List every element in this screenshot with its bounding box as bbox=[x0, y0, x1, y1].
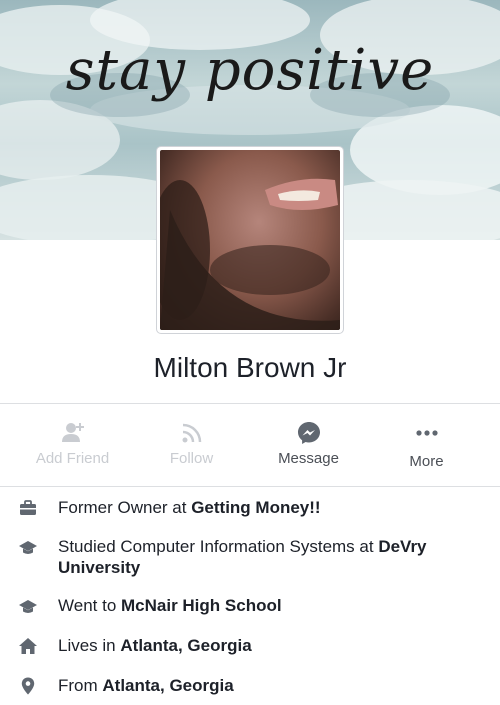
cover-caption: stay positive bbox=[65, 38, 435, 103]
intro-work-text: Former Owner at Getting Money!! bbox=[58, 498, 321, 517]
intro-highschool-text: Went to McNair High School bbox=[58, 596, 282, 615]
intro-college-text: Studied Computer Information Systems at … bbox=[58, 537, 427, 577]
house-icon bbox=[19, 638, 37, 654]
divider bbox=[0, 486, 500, 487]
add-friend-icon bbox=[61, 423, 84, 442]
follow-label: Follow bbox=[169, 450, 214, 467]
action-bar: Add Friend Follow Message More bbox=[0, 404, 500, 486]
add-friend-label: Add Friend bbox=[35, 450, 110, 467]
intro-from-text: From Atlanta, Georgia bbox=[58, 676, 234, 695]
message-button[interactable]: Message bbox=[246, 404, 371, 486]
rss-follow-icon bbox=[182, 423, 201, 443]
follow-button[interactable]: Follow bbox=[129, 404, 254, 486]
profile-picture[interactable] bbox=[157, 147, 343, 333]
intro-lives-text: Lives in Atlanta, Georgia bbox=[58, 636, 252, 655]
messenger-icon bbox=[297, 422, 320, 444]
graduation-cap-icon bbox=[19, 600, 37, 613]
avatar bbox=[160, 150, 340, 330]
location-pin-icon bbox=[21, 677, 35, 695]
add-friend-button[interactable]: Add Friend bbox=[10, 404, 135, 486]
message-label: Message bbox=[278, 450, 339, 467]
profile-name: Milton Brown Jr bbox=[153, 352, 347, 383]
more-button[interactable]: More bbox=[364, 404, 489, 486]
more-dots-icon bbox=[415, 430, 438, 436]
graduation-cap-icon bbox=[19, 541, 37, 554]
more-label: More bbox=[409, 453, 444, 470]
briefcase-icon bbox=[20, 500, 36, 515]
